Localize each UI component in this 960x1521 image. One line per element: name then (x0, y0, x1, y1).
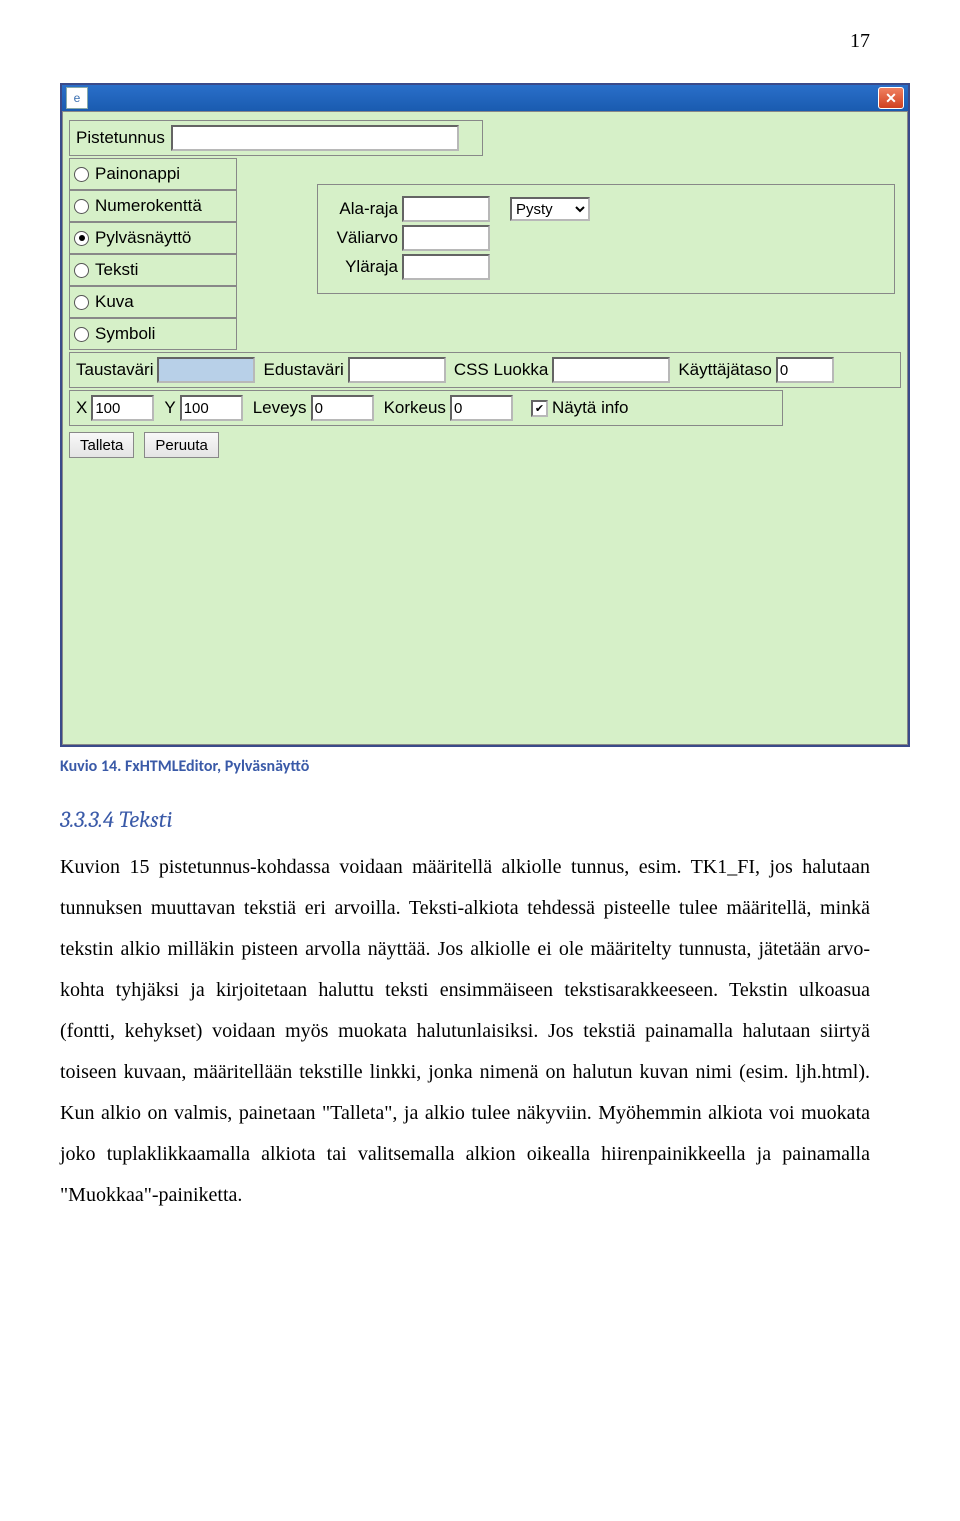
x-input[interactable] (91, 395, 154, 421)
cancel-button[interactable]: Peruuta (144, 432, 219, 458)
section-heading: 3.3.3.4 Teksti (60, 806, 960, 833)
edustavari-label: Edustaväri (263, 360, 343, 380)
nayta-info-label: Näytä info (552, 398, 629, 418)
css-luokka-label: CSS Luokka (454, 360, 549, 380)
radio-teksti[interactable]: Teksti (69, 254, 237, 286)
window-titlebar: e ✕ (62, 85, 908, 111)
nayta-info-checkbox[interactable]: ✔ (531, 400, 548, 417)
ie-icon: e (66, 87, 88, 109)
pistetunnus-row: Pistetunnus (69, 120, 483, 156)
y-input[interactable] (180, 395, 243, 421)
geometry-row: X Y Leveys Korkeus ✔ Näytä info (69, 390, 783, 426)
alaraja-label: Ala-raja (328, 199, 398, 219)
radio-painonappi[interactable]: Painonappi (69, 158, 237, 190)
leveys-input[interactable] (311, 395, 374, 421)
korkeus-label: Korkeus (384, 398, 446, 418)
body-paragraph: Kuvion 15 pistetunnus-kohdassa voidaan m… (60, 847, 870, 1216)
type-radio-group: Painonappi Numerokenttä Pylväsnäyttö Tek… (69, 158, 237, 350)
ylaraja-input[interactable] (402, 254, 490, 280)
ylaraja-label: Yläraja (328, 257, 398, 277)
valiarvo-input[interactable] (402, 225, 490, 251)
page-number: 17 (0, 0, 960, 63)
x-label: X (76, 398, 87, 418)
pistetunnus-input[interactable] (171, 125, 459, 151)
radio-pylvasnaytto[interactable]: Pylväsnäyttö (69, 222, 237, 254)
kayttajataso-input[interactable] (776, 357, 834, 383)
y-label: Y (164, 398, 175, 418)
taustavari-input[interactable] (157, 357, 255, 383)
valiarvo-label: Väliarvo (328, 228, 398, 248)
radio-symboli[interactable]: Symboli (69, 318, 237, 350)
orientation-select[interactable]: Pysty (510, 197, 590, 221)
close-button[interactable]: ✕ (878, 87, 904, 109)
kayttajataso-label: Käyttäjätaso (678, 360, 772, 380)
alaraja-input[interactable] (402, 196, 490, 222)
range-group: Ala-raja Pysty Väliarvo Yläraja (317, 184, 895, 294)
css-luokka-input[interactable] (552, 357, 670, 383)
korkeus-input[interactable] (450, 395, 513, 421)
figure-caption: Kuvio 14. FxHTMLEditor, Pylväsnäyttö (60, 757, 960, 776)
save-button[interactable]: Talleta (69, 432, 134, 458)
taustavari-label: Taustaväri (76, 360, 153, 380)
radio-kuva[interactable]: Kuva (69, 286, 237, 318)
leveys-label: Leveys (253, 398, 307, 418)
color-row: Taustaväri Edustaväri CSS Luokka Käyttäj… (69, 352, 901, 388)
pistetunnus-label: Pistetunnus (76, 128, 165, 148)
edustavari-input[interactable] (348, 357, 446, 383)
editor-screenshot: e ✕ Pistetunnus Painonappi Numerokenttä … (60, 83, 910, 747)
radio-numerokentta[interactable]: Numerokenttä (69, 190, 237, 222)
